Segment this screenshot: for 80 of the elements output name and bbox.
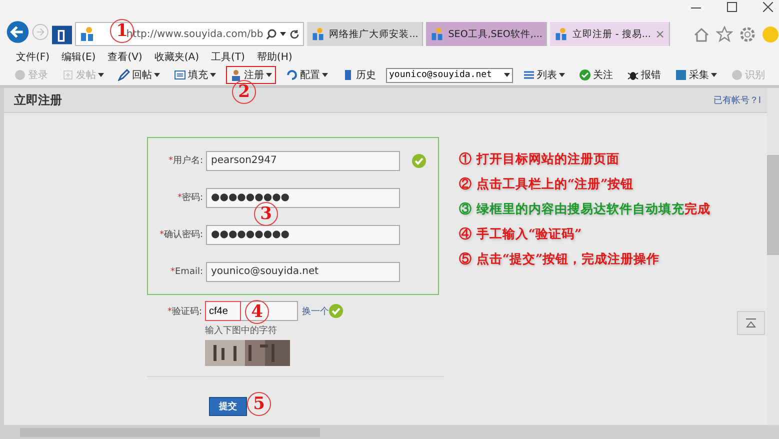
refresh-captcha-link[interactable]: 换一个 [302, 304, 329, 318]
site-logo-icon [79, 26, 96, 42]
instruction-text: ① 打开目标网站的注册页面 [459, 151, 620, 168]
caret-icon [322, 73, 328, 77]
menu-item[interactable]: 工具(T) [211, 50, 245, 64]
toolbar-button[interactable]: 报错 [623, 66, 665, 84]
captcha-field[interactable]: cf4e [205, 301, 241, 321]
caret-icon [154, 73, 160, 77]
up-icon [745, 318, 757, 328]
menu-item[interactable]: 帮助(H) [256, 50, 292, 64]
field-label: *确认密码: [158, 228, 204, 241]
instruction-text: ③ 绿框里的内容由搜易达软件自动填充完成 [459, 201, 710, 218]
valid-icon [412, 154, 426, 168]
input-field[interactable]: pearson2947 [206, 150, 400, 170]
browser-tab[interactable]: 网络推广大师安装... [307, 22, 424, 46]
plus-icon [62, 69, 74, 81]
menu-item[interactable]: 收藏夹(A) [154, 50, 199, 64]
step-marker: 4 [245, 300, 269, 324]
list-icon [523, 69, 535, 81]
caret-icon [210, 73, 216, 77]
site-logo-icon [430, 27, 444, 41]
menu-item[interactable]: 文件(F) [16, 50, 50, 64]
toolbar-button[interactable]: 采集 [671, 66, 721, 84]
instruction-text: ④ 手工输入“验证码” [459, 226, 583, 243]
bug-icon [627, 69, 639, 81]
toolbar-button[interactable]: 配置 [282, 66, 332, 84]
back-to-top-button[interactable] [737, 311, 765, 335]
refresh-icon [286, 69, 298, 81]
instruction-text: ⑤ 点击“提交”按钮，完成注册操作 [459, 251, 661, 268]
search-icon[interactable] [266, 28, 278, 40]
maximize-icon[interactable] [727, 2, 737, 12]
settings-icon[interactable] [739, 26, 756, 43]
field-label: *验证码: [166, 306, 203, 318]
instruction-text: ② 点击工具栏上的“注册”按钮 [459, 176, 635, 193]
form-icon [174, 69, 186, 81]
toolbar-button[interactable]: 历史 [338, 66, 380, 84]
toolbar-button[interactable]: 回帖 [114, 66, 164, 84]
caret-icon [504, 73, 510, 77]
dot-icon [14, 69, 26, 81]
menu-item[interactable]: 查看(V) [108, 50, 142, 64]
input-field[interactable]: ●●●●●●●●● [206, 188, 400, 208]
browser-tab[interactable]: SEO工具,SEO软件,... [426, 22, 548, 46]
toolbar-button[interactable]: 注册 [226, 66, 276, 84]
account-select[interactable]: younico@souyida.net [386, 68, 513, 82]
check-icon [579, 69, 591, 81]
step-marker: 3 [254, 202, 278, 226]
caret-icon [280, 32, 286, 36]
caret-icon [711, 73, 717, 77]
person-icon [230, 69, 242, 81]
pen-icon [118, 69, 130, 81]
valid-icon [329, 304, 343, 318]
captcha-hint: 输入下图中的字符 [205, 324, 278, 337]
input-field[interactable]: younico@souyida.net [206, 262, 400, 282]
close-icon[interactable] [763, 2, 773, 12]
book-icon [342, 69, 354, 81]
toolbar-button[interactable]: 列表 [519, 66, 569, 84]
home-icon[interactable] [693, 26, 710, 43]
submit-button[interactable]: 提交 [209, 397, 247, 416]
scrollbar-thumb[interactable] [767, 155, 779, 255]
browser-tab[interactable]: 立即注册 - 搜易... × [550, 22, 670, 46]
site-logo-icon [554, 27, 568, 41]
page-title: 立即注册 [14, 92, 62, 108]
star-icon[interactable] [716, 26, 733, 43]
field-label: *Email: [169, 266, 204, 276]
step-marker: 5 [247, 392, 271, 416]
login-link[interactable]: 已有帐号？I [713, 94, 761, 106]
caret-icon [98, 73, 104, 77]
field-label: *用户名: [167, 154, 204, 167]
caret-icon [559, 73, 565, 77]
site-logo-icon [311, 27, 326, 41]
dot-icon [731, 69, 743, 81]
step-marker: 2 [232, 80, 256, 104]
field-label: *密码: [176, 192, 204, 204]
menu-item[interactable]: 编辑(E) [62, 50, 96, 64]
refresh-icon[interactable] [289, 28, 300, 40]
back-icon[interactable] [6, 18, 30, 46]
input-field[interactable]: ●●●●●●●●● [206, 224, 400, 244]
caret-icon [266, 73, 272, 77]
toolbar-button[interactable]: 关注 [575, 66, 617, 84]
toolbar-button[interactable]: 填充 [170, 66, 220, 84]
